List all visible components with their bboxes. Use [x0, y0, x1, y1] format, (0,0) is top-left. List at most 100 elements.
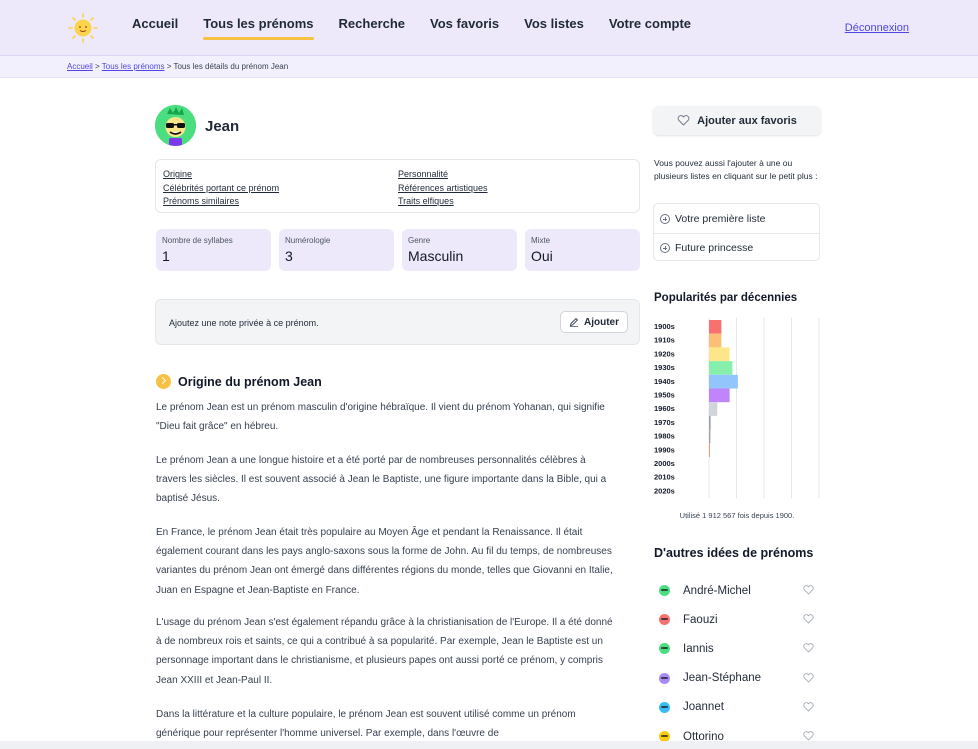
chart-decade-label: 2010s [654, 473, 675, 482]
nav-item-vos-listes[interactable]: Vos listes [524, 0, 584, 56]
breadcrumb: Accueil > Tous les prénoms > Tous les dé… [67, 62, 288, 71]
idea-list-item[interactable]: Jean-Stéphane [659, 664, 821, 693]
top-navigation-bar: Accueil Tous les prénoms Recherche Vos f… [0, 0, 978, 56]
add-to-favorites-button[interactable]: Ajouter aux favoris [653, 106, 821, 135]
heart-icon[interactable] [803, 614, 814, 624]
idea-name[interactable]: André-Michel [683, 585, 751, 597]
stat-card-numerologie: Numérologie 3 [279, 229, 394, 271]
idea-list-item[interactable]: Joannet [659, 693, 821, 722]
section-links-right: Personnalité Références artistiques Trai… [398, 168, 488, 208]
breadcrumb-home-link[interactable]: Accueil [67, 62, 93, 71]
nav-item-votre-compte[interactable]: Votre compte [609, 0, 691, 56]
chart-bar [709, 402, 718, 416]
origin-paragraph: Le prénom Jean est un prénom masculin d'… [156, 402, 605, 433]
stat-card-genre: Genre Masculin [402, 229, 517, 271]
idea-name[interactable]: Faouzi [683, 614, 718, 626]
name-avatar-icon [659, 672, 670, 684]
idea-name[interactable]: Jean-Stéphane [683, 672, 761, 684]
heart-icon[interactable] [803, 701, 814, 712]
private-note-box: Ajoutez une note privée à ce prénom. Ajo… [155, 299, 640, 345]
heart-icon[interactable] [803, 585, 814, 595]
lists-intro-text: Vous pouvez aussi l'ajouter à une ou plu… [654, 158, 818, 181]
chart-decade-label: 1990s [654, 445, 675, 454]
idea-list-item[interactable]: Iannis [659, 634, 821, 663]
chart-bar [709, 429, 711, 444]
check-badge-icon [156, 374, 171, 389]
stat-value: Masculin [408, 248, 464, 264]
ideas-list: André-Michel Faouzi Iannis Jean-Stéphane Joa… [659, 576, 821, 749]
origin-paragraph: Le prénom Jean a une longue histoire et … [156, 455, 607, 505]
heart-icon [677, 115, 690, 126]
heart-icon[interactable] [803, 731, 814, 741]
chart-bar [709, 415, 711, 430]
link-references-artistiques[interactable]: Références artistiques [398, 182, 488, 195]
link-celebrites[interactable]: Célébrités portant ce prénom [163, 182, 279, 195]
link-personnalite[interactable]: Personnalité [398, 168, 488, 181]
stat-label: Genre [408, 236, 431, 245]
chart-decade-label: 1930s [654, 363, 675, 372]
stat-card-mixte: Mixte Oui [525, 229, 640, 271]
popularity-title: Popularités par décennies [654, 292, 798, 304]
chart-bar [709, 374, 738, 389]
add-note-label: Ajouter [584, 316, 619, 328]
breadcrumb-separator: > [92, 62, 102, 71]
sun-icon[interactable] [68, 13, 98, 43]
chart-bar [709, 361, 733, 375]
idea-name[interactable]: Joannet [683, 701, 724, 713]
breadcrumb-bar: Accueil > Tous les prénoms > Tous les dé… [0, 56, 978, 78]
stat-label: Nombre de syllabes [162, 236, 233, 245]
link-prenoms-similaires[interactable]: Prénoms similaires [163, 195, 279, 208]
plus-circle-icon [660, 243, 670, 253]
breadcrumb-current: Tous les détails du prénom Jean [173, 62, 289, 71]
stat-value: 1 [162, 248, 170, 264]
section-links-box: Origine Célébrités portant ce prénom Pré… [155, 159, 640, 213]
origin-heading: Origine du prénom Jean [156, 374, 322, 389]
stat-label: Numérologie [285, 236, 331, 245]
private-note-text: Ajoutez une note privée à ce prénom. [169, 318, 319, 328]
name-avatar-icon [659, 643, 670, 655]
breadcrumb-all-names-link[interactable]: Tous les prénoms [102, 62, 165, 71]
avatar [155, 105, 196, 146]
link-origine[interactable]: Origine [163, 168, 279, 181]
origin-paragraph: En France, le prénom Jean était très pop… [156, 527, 613, 596]
link-traits-elfiques[interactable]: Traits elfiques [398, 195, 488, 208]
list-item-future-princesse[interactable]: Future princesse [654, 233, 819, 262]
nav-item-accueil[interactable]: Accueil [132, 0, 178, 56]
chart-decade-label: 1950s [654, 391, 675, 400]
chart-decade-label: 1960s [654, 404, 675, 413]
main-nav: Accueil Tous les prénoms Recherche Vos f… [132, 0, 716, 56]
origin-title: Origine du prénom Jean [178, 374, 322, 389]
nav-item-vos-favoris[interactable]: Vos favoris [430, 0, 499, 56]
chart-decade-label: 1900s [654, 322, 675, 331]
pencil-icon [569, 317, 579, 327]
sunglasses-avatar-icon [155, 105, 196, 146]
logout-link[interactable]: Déconnexion [845, 22, 909, 34]
ideas-title: D'autres idées de prénoms [654, 546, 814, 560]
list-item-label: Future princesse [675, 242, 754, 254]
idea-list-item[interactable]: André-Michel [659, 576, 821, 605]
chart-decade-label: 1980s [654, 432, 675, 441]
nav-item-tous-les-prenoms[interactable]: Tous les prénoms [203, 0, 314, 56]
chart-decade-label: 1910s [654, 336, 675, 345]
chart-bar [709, 333, 722, 348]
chart-decade-label: 2000s [654, 459, 675, 468]
name-avatar-icon [659, 585, 670, 597]
idea-list-item[interactable]: Faouzi [659, 605, 821, 634]
lists-box: Votre première liste Future princesse [653, 203, 820, 261]
origin-paragraph: Dans la littérature et la culture popula… [156, 709, 576, 740]
chart-bar [709, 347, 730, 362]
idea-name[interactable]: Iannis [683, 643, 714, 655]
chart-decade-label: 1940s [654, 377, 675, 386]
nav-item-recherche[interactable]: Recherche [339, 0, 405, 56]
add-note-button[interactable]: Ajouter [560, 311, 628, 333]
stat-value: Oui [531, 248, 553, 264]
chart-decade-label: 2020s [654, 486, 675, 495]
heart-icon[interactable] [803, 672, 814, 683]
heart-icon[interactable] [803, 643, 814, 653]
chart-decade-label: 1970s [654, 418, 675, 427]
list-item-votre-premiere-liste[interactable]: Votre première liste [654, 204, 819, 233]
chart-decade-label: 1920s [654, 349, 675, 358]
list-item-label: Votre première liste [675, 212, 766, 225]
section-links-left: Origine Célébrités portant ce prénom Pré… [163, 168, 279, 208]
name-avatar-icon [659, 701, 670, 713]
